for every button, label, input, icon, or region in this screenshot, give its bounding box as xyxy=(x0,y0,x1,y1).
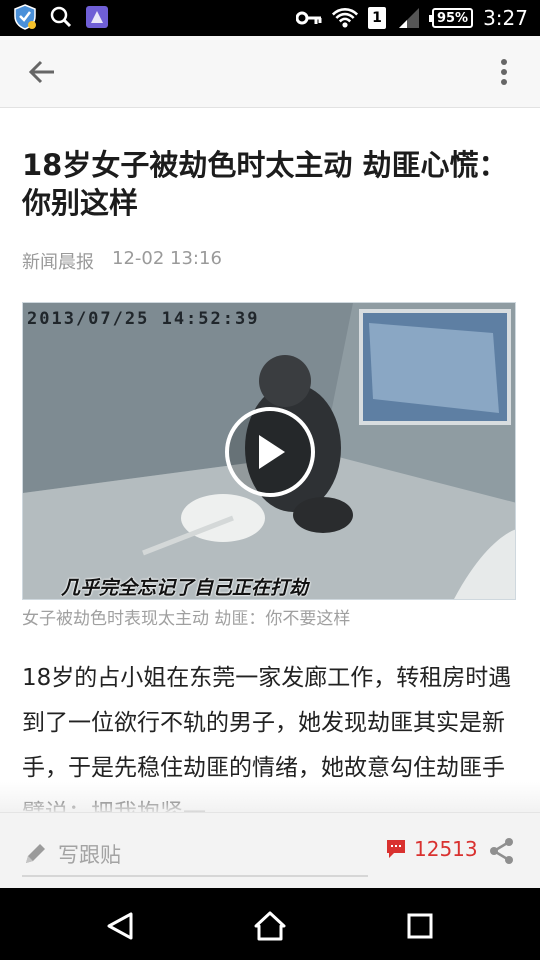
bottom-action-bar: 写跟贴 12513 xyxy=(0,812,540,888)
pencil-icon xyxy=(26,844,45,863)
battery-indicator: 95% xyxy=(428,8,474,28)
status-time: 3:27 xyxy=(483,6,528,30)
share-button[interactable] xyxy=(488,837,516,865)
nav-home-button[interactable] xyxy=(252,908,288,944)
comments-button[interactable]: 12513 xyxy=(386,837,478,861)
nav-back-button[interactable] xyxy=(102,908,138,944)
app-icon xyxy=(84,4,110,30)
home-icon xyxy=(254,911,286,941)
reply-placeholder: 写跟贴 xyxy=(58,843,121,867)
comment-icon xyxy=(387,840,405,858)
video-caption: 女子被劫色时表现太主动 劫匪：你不要这样 xyxy=(22,609,351,629)
more-options-button[interactable] xyxy=(494,52,514,92)
shield-icon xyxy=(12,4,38,30)
more-vertical-icon xyxy=(501,59,507,85)
wifi-icon xyxy=(331,5,358,31)
arrow-left-icon xyxy=(28,60,54,84)
back-button[interactable] xyxy=(22,54,62,90)
video-timestamp: 2013/07/25 14:52:39 xyxy=(27,309,260,329)
sim-icon: 1 xyxy=(367,7,386,29)
search-icon xyxy=(48,4,74,30)
article-title: 18岁女子被劫色时太主动 劫匪心慌：你别这样 xyxy=(22,148,508,220)
share-icon xyxy=(490,838,513,864)
signal-icon xyxy=(396,5,422,31)
key-icon xyxy=(295,5,322,31)
square-recents-icon xyxy=(407,913,433,939)
nav-recents-button[interactable] xyxy=(402,908,438,944)
navigation-bar xyxy=(0,888,540,960)
content-fade xyxy=(0,782,540,812)
play-button[interactable] xyxy=(225,407,315,497)
video-subtitle: 几乎完全忘记了自己正在打劫 xyxy=(61,577,309,599)
status-bar: 1 95% 3:27 xyxy=(0,0,540,36)
video-player[interactable]: 2013/07/25 14:52:39 几乎完全忘记了自己正在打劫 xyxy=(22,302,516,600)
app-bar xyxy=(0,36,540,108)
article-content[interactable]: 18岁女子被劫色时太主动 劫匪心慌：你别这样 新闻晨报 12-02 13:16 … xyxy=(0,108,540,812)
play-icon xyxy=(259,435,285,469)
article-source: 新闻晨报 xyxy=(22,252,94,273)
triangle-back-icon xyxy=(107,912,133,940)
article-date: 12-02 13:16 xyxy=(112,248,222,269)
article-meta: 新闻晨报 12-02 13:16 xyxy=(22,248,222,274)
comment-count: 12513 xyxy=(414,837,478,861)
reply-input[interactable]: 写跟贴 xyxy=(22,833,368,877)
